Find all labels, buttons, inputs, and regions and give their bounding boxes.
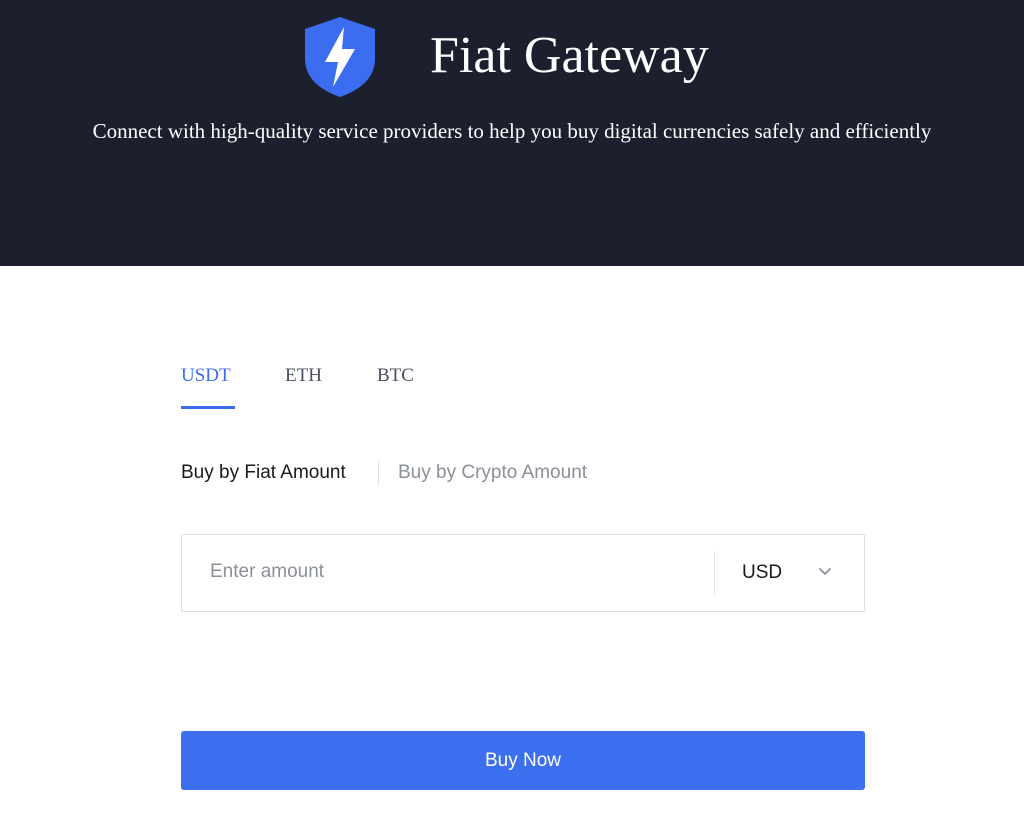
chevron-down-icon [819,568,831,575]
lightning-shield-icon [305,17,375,97]
tab-btc[interactable]: BTC [377,364,414,388]
buy-by-crypto-option[interactable]: Buy by Crypto Amount [398,460,587,486]
page-subtitle: Connect with high-quality service provid… [92,119,932,143]
mode-divider [378,461,379,485]
buy-by-fiat-option[interactable]: Buy by Fiat Amount [181,460,346,486]
active-tab-indicator [181,406,235,409]
amount-field: USD [181,534,865,612]
amount-input[interactable] [183,536,730,608]
hero-banner: Fiat Gateway Connect with high-quality s… [0,0,1024,266]
page-title: Fiat Gateway [430,27,709,84]
tab-usdt[interactable]: USDT [181,364,231,388]
buy-now-button[interactable]: Buy Now [181,731,865,790]
tab-eth[interactable]: ETH [285,364,322,388]
currency-select[interactable]: USD [715,535,864,611]
currency-value: USD [742,562,783,583]
